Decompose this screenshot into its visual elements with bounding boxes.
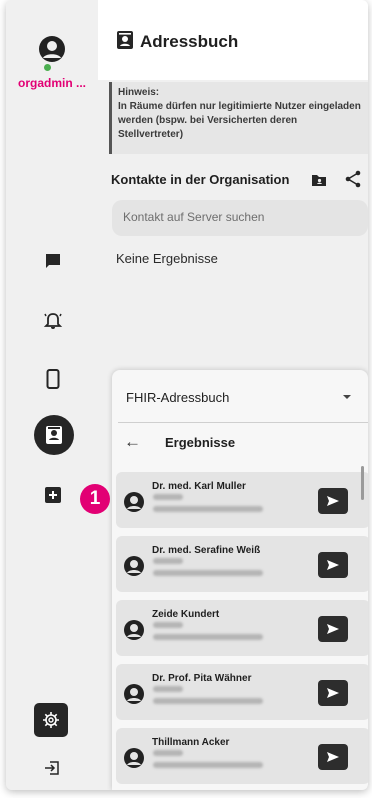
person-icon <box>124 492 144 512</box>
chat-icon[interactable] <box>42 250 64 272</box>
result-item[interactable]: Dr. Prof. Pita Wähner <box>116 664 368 720</box>
results-heading: Ergebnisse <box>165 435 236 450</box>
addressbook-icon <box>46 426 62 444</box>
gear-icon <box>43 712 59 728</box>
back-arrow-icon[interactable]: ← <box>124 432 141 452</box>
result-item[interactable]: Dr. med. Karl Muller <box>116 472 368 528</box>
result-name: Thillmann Acker <box>152 737 230 748</box>
redacted-text <box>153 698 263 704</box>
folder-contact-icon[interactable] <box>311 173 327 187</box>
person-icon <box>124 620 144 640</box>
contacts-heading: Kontakte in der Organisation <box>111 172 290 187</box>
addressbook-icon <box>117 31 133 49</box>
share-icon[interactable] <box>345 170 361 188</box>
user-name[interactable]: orgadmin ... <box>6 76 98 90</box>
addressbook-select[interactable]: FHIR-Adressbuch <box>126 390 229 405</box>
result-name: Dr. med. Serafine Weiß <box>152 545 261 556</box>
addressbook-nav-button[interactable] <box>34 415 74 455</box>
addressbook-panel: Adressbuch Hinweis: In Räume dürfen nur … <box>98 0 368 790</box>
contact-search-input[interactable]: Kontakt auf Server suchen <box>112 200 368 236</box>
logout-icon[interactable] <box>44 760 60 781</box>
send-button[interactable] <box>318 552 348 578</box>
user-avatar[interactable] <box>39 36 65 62</box>
person-icon <box>124 556 144 576</box>
result-item[interactable]: Dr. med. Serafine Weiß <box>116 536 368 592</box>
person-icon <box>124 748 144 768</box>
result-item[interactable]: Thillmann Acker <box>116 728 368 784</box>
divider <box>118 422 368 423</box>
redacted-text <box>153 686 183 692</box>
send-button[interactable] <box>318 616 348 642</box>
redacted-text <box>153 494 183 500</box>
settings-button[interactable] <box>34 703 68 737</box>
step-badge: 1 <box>80 484 110 514</box>
sidebar: orgadmin ... <box>6 0 98 790</box>
header: Adressbuch <box>98 0 368 80</box>
send-icon <box>327 688 339 698</box>
notice-box: Hinweis: In Räume dürfen nur legitimiert… <box>109 82 368 154</box>
send-button[interactable] <box>318 488 348 514</box>
redacted-text <box>153 762 263 768</box>
send-icon <box>327 560 339 570</box>
notice-label: Hinweis: <box>118 87 160 98</box>
empty-results-text: Keine Ergebnisse <box>116 251 218 266</box>
add-icon[interactable] <box>42 484 64 506</box>
notice-text: In Räume dürfen nur legitimierte Nutzer … <box>118 101 361 140</box>
send-icon <box>327 496 339 506</box>
app-window: orgadmin ... 1 Adressbuch Hinweis: In Rä… <box>6 0 368 790</box>
person-icon <box>43 41 61 58</box>
phone-icon[interactable] <box>42 368 64 390</box>
redacted-text <box>153 558 183 564</box>
redacted-text <box>153 750 183 756</box>
scrollbar[interactable] <box>361 466 364 500</box>
person-icon <box>124 684 144 704</box>
redacted-text <box>153 634 263 640</box>
result-name: Dr. Prof. Pita Wähner <box>152 673 252 684</box>
result-name: Dr. med. Karl Muller <box>152 481 246 492</box>
page-title: Adressbuch <box>140 32 239 51</box>
online-status-dot <box>43 63 52 72</box>
send-icon <box>327 752 339 762</box>
result-name: Zeide Kundert <box>152 609 220 620</box>
send-icon <box>327 624 339 634</box>
bell-icon[interactable] <box>42 310 64 332</box>
redacted-text <box>153 570 263 576</box>
send-button[interactable] <box>318 680 348 706</box>
send-button[interactable] <box>318 744 348 770</box>
redacted-text <box>153 622 183 628</box>
redacted-text <box>153 506 263 512</box>
chevron-down-icon[interactable] <box>343 395 351 399</box>
fhir-panel: FHIR-Adressbuch ← Ergebnisse Dr. med. Ka… <box>112 370 368 790</box>
result-item[interactable]: Zeide Kundert <box>116 600 368 656</box>
